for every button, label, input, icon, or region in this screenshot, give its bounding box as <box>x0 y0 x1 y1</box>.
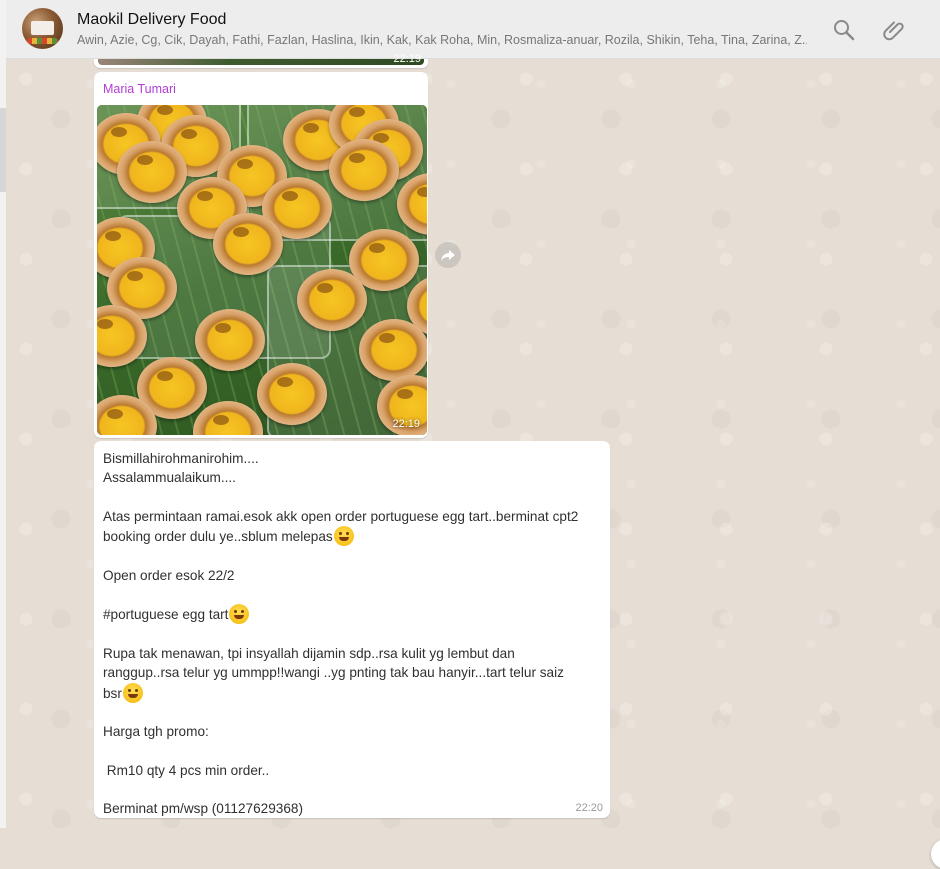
egg-tart <box>195 309 265 371</box>
message-line <box>103 488 599 507</box>
message-line <box>103 546 599 565</box>
message-line: Open order esok 22/2 <box>103 567 235 583</box>
egg-tart <box>329 139 399 201</box>
smiling-face-emoji <box>122 682 143 703</box>
smiling-face-emoji <box>229 604 250 625</box>
search-icon[interactable] <box>832 18 856 42</box>
message-line: Atas permintaan ramai.esok akk open orde… <box>103 508 579 524</box>
message-line: Berminat pm/wsp (01127629368) <box>103 801 303 817</box>
message-body[interactable]: Bismillahirohmanirohim.... Assalammualai… <box>103 449 599 819</box>
text-message[interactable]: Bismillahirohmanirohim.... Assalammualai… <box>94 441 610 818</box>
grinning-face-emoji <box>333 526 354 547</box>
egg-tart-photo[interactable]: 22:19 <box>97 105 427 435</box>
avatar-food-strip <box>27 38 58 44</box>
chat-conversation[interactable]: 22:19 Maria Tumari 22:19 Bismillahirohma… <box>6 53 940 869</box>
message-line: ranggup..rsa telur yg ummpp!!wangi ..yg … <box>103 665 564 681</box>
message-line: Rm10 qty 4 pcs min order.. <box>103 762 270 778</box>
egg-tart <box>297 269 367 331</box>
message-time: 22:19 <box>393 53 421 65</box>
message-line: Assalammualaikum.... <box>103 470 236 486</box>
egg-tart <box>359 319 427 381</box>
group-avatar[interactable] <box>22 8 63 49</box>
message-time: 22:20 <box>575 802 603 814</box>
sender-name[interactable]: Maria Tumari <box>103 82 176 96</box>
image-message[interactable]: Maria Tumari 22:19 <box>94 72 428 438</box>
egg-tart <box>117 141 187 203</box>
egg-tart <box>213 213 283 275</box>
avatar-logo <box>31 21 54 35</box>
message-text: bsr <box>103 685 122 701</box>
forward-icon <box>441 250 455 261</box>
message-line: Bismillahirohmanirohim.... <box>103 451 259 466</box>
message-line <box>103 585 599 604</box>
message-line-with-emoji: #portuguese egg tart <box>103 604 599 625</box>
message-line <box>103 741 599 760</box>
message-line-with-emoji: bsr <box>103 682 599 703</box>
egg-tart <box>257 363 327 425</box>
previous-photo-edge[interactable] <box>98 59 424 65</box>
hashtag-link[interactable]: #portuguese egg tart <box>103 607 228 622</box>
message-line: Rupa tak menawan, tpi insyallah dijamin … <box>103 645 515 661</box>
message-line: Harga tgh promo: <box>103 724 209 740</box>
chat-title[interactable]: Maokil Delivery Food <box>77 11 226 29</box>
scroll-down-button[interactable] <box>931 839 940 869</box>
message-time: 22:19 <box>392 418 420 430</box>
previous-image-message[interactable]: 22:19 <box>94 53 428 68</box>
chat-members-list[interactable]: Awin, Azie, Cg, Cik, Dayah, Fathi, Fazla… <box>77 33 807 47</box>
chat-header[interactable]: Maokil Delivery Food Awin, Azie, Cg, Cik… <box>6 0 940 59</box>
paperclip-icon[interactable] <box>882 18 906 42</box>
message-line <box>103 703 599 722</box>
message-line <box>103 780 599 799</box>
forward-button[interactable] <box>435 242 461 268</box>
message-line <box>103 625 599 644</box>
message-line-with-emoji: booking order dulu ye..sblum melepas <box>103 526 599 547</box>
message-text: booking order dulu ye..sblum melepas <box>103 529 333 545</box>
